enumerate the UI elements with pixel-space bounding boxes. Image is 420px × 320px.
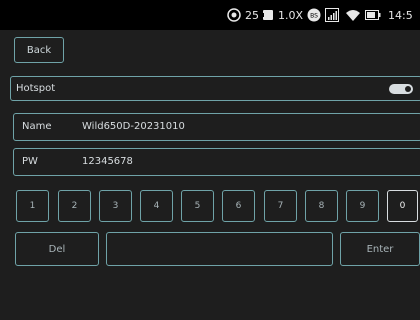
key-4[interactable]: 4 <box>140 190 173 222</box>
bluetooth-label: BS <box>310 13 318 20</box>
bluetooth-icon: BS <box>307 6 321 24</box>
back-button[interactable]: Back <box>14 37 64 63</box>
space-key[interactable] <box>106 232 333 266</box>
key-1[interactable]: 1 <box>16 190 49 222</box>
toggle-knob <box>405 86 411 92</box>
battery-icon <box>365 6 381 24</box>
key-9[interactable]: 9 <box>346 190 379 222</box>
zoom-level: 1.0X <box>278 8 304 22</box>
back-label: Back <box>26 44 52 56</box>
key-2[interactable]: 2 <box>58 190 91 222</box>
key-7[interactable]: 7 <box>264 190 297 222</box>
key-0[interactable]: 0 <box>387 190 418 222</box>
password-field[interactable]: PW 12345678 <box>13 148 420 176</box>
pw-label: PW <box>22 156 38 167</box>
hotspot-row: Hotspot <box>10 76 420 101</box>
status-bar: 25 1.0X BS 14:5 <box>0 0 420 30</box>
signal-icon <box>325 6 339 24</box>
key-3[interactable]: 3 <box>99 190 132 222</box>
enter-button[interactable]: Enter <box>340 232 420 266</box>
key-5[interactable]: 5 <box>181 190 214 222</box>
name-field[interactable]: Name Wild650D-20231010 <box>13 113 420 141</box>
pw-value: 12345678 <box>82 156 133 167</box>
wifi-icon <box>345 6 361 24</box>
del-button[interactable]: Del <box>15 232 99 266</box>
hotspot-toggle[interactable] <box>389 84 413 94</box>
location-icon <box>227 6 241 24</box>
status-value: 25 <box>245 8 259 22</box>
clock: 14:5 <box>388 8 413 22</box>
hotspot-label: Hotspot <box>16 83 56 94</box>
key-8[interactable]: 8 <box>305 190 338 222</box>
name-value: Wild650D-20231010 <box>82 121 185 132</box>
screen: 25 1.0X BS 14:5 Back Hotspot Name Wild65… <box>0 0 420 320</box>
battery-bolt-icon <box>262 6 274 24</box>
name-label: Name <box>22 121 52 132</box>
key-6[interactable]: 6 <box>222 190 255 222</box>
